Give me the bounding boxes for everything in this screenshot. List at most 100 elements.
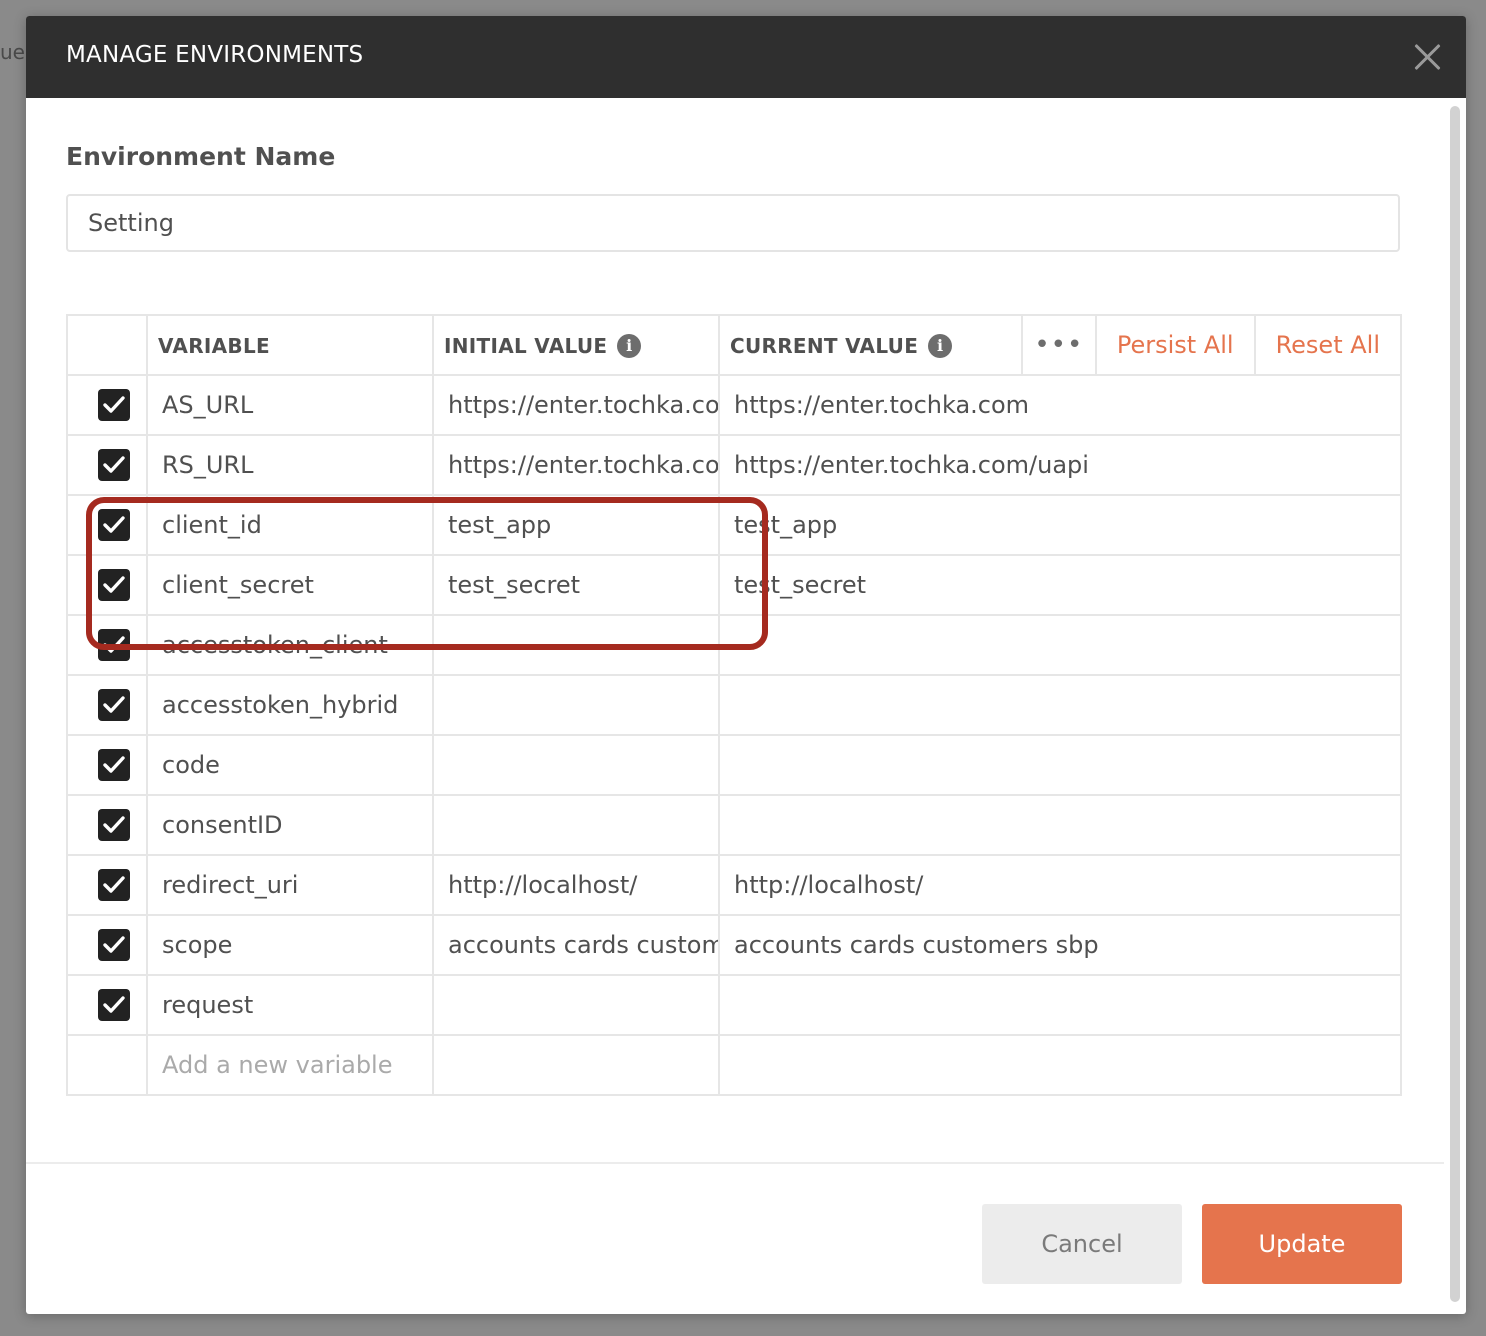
current-value-cell[interactable]: accounts cards customers sbp bbox=[718, 914, 1402, 976]
initial-value-cell[interactable]: test_secret bbox=[432, 554, 720, 616]
current-value[interactable]: http://localhost/ bbox=[721, 871, 1399, 899]
row-checkbox[interactable] bbox=[98, 749, 130, 781]
row-checkbox[interactable] bbox=[98, 929, 130, 961]
add-variable-placeholder[interactable]: Add a new variable bbox=[149, 1051, 431, 1079]
current-value-cell[interactable] bbox=[718, 674, 1402, 736]
row-checkbox-cell bbox=[66, 794, 148, 856]
current-value-cell[interactable]: test_secret bbox=[718, 554, 1402, 616]
row-checkbox-cell bbox=[66, 614, 148, 676]
current-value-cell[interactable] bbox=[718, 734, 1402, 796]
variable-name[interactable]: accesstoken_client bbox=[149, 631, 431, 659]
variable-name[interactable]: accesstoken_hybrid bbox=[149, 691, 431, 719]
initial-value[interactable]: http://localhost/ bbox=[435, 871, 717, 899]
initial-value[interactable]: https://enter.tochka.com/uapi bbox=[435, 451, 717, 479]
header-actions: ••• Persist All Reset All bbox=[1020, 317, 1399, 373]
initial-value-cell[interactable]: https://enter.tochka.com/uapi bbox=[432, 434, 720, 496]
row-checkbox[interactable] bbox=[98, 689, 130, 721]
footer-divider bbox=[26, 1162, 1444, 1164]
header-current-value: CURRENT VALUE i ••• Persist All Reset All bbox=[718, 314, 1402, 376]
header-checkbox-cell bbox=[66, 314, 148, 376]
initial-value-cell[interactable] bbox=[432, 614, 720, 676]
row-checkbox[interactable] bbox=[98, 509, 130, 541]
current-value[interactable]: test_app bbox=[721, 511, 1399, 539]
variable-cell[interactable]: code bbox=[146, 734, 434, 796]
environment-name-label: Environment Name bbox=[66, 142, 336, 171]
table-row: client_secret test_secret test_secret bbox=[66, 554, 1402, 616]
more-options-icon[interactable]: ••• bbox=[1020, 317, 1095, 373]
table-row: AS_URL https://enter.tochka.com https://en… bbox=[66, 374, 1402, 436]
variable-cell[interactable]: client_secret bbox=[146, 554, 434, 616]
variable-name[interactable]: scope bbox=[149, 931, 431, 959]
variable-name[interactable]: RS_URL bbox=[149, 451, 431, 479]
initial-value-cell[interactable]: https://enter.tochka.com bbox=[432, 374, 720, 436]
initial-value-cell[interactable] bbox=[432, 974, 720, 1036]
current-value[interactable]: https://enter.tochka.com bbox=[721, 391, 1399, 419]
variable-name[interactable]: consentID bbox=[149, 811, 431, 839]
persist-all-button[interactable]: Persist All bbox=[1094, 317, 1254, 373]
environment-name-input[interactable] bbox=[66, 194, 1400, 252]
current-value-cell[interactable] bbox=[718, 974, 1402, 1036]
initial-value[interactable]: accounts cards customers sbp bbox=[435, 931, 717, 959]
variable-name[interactable]: request bbox=[149, 991, 431, 1019]
row-checkbox[interactable] bbox=[98, 389, 130, 421]
row-checkbox[interactable] bbox=[98, 569, 130, 601]
current-value-cell[interactable] bbox=[718, 794, 1402, 856]
variable-cell[interactable]: consentID bbox=[146, 794, 434, 856]
row-checkbox-cell bbox=[66, 374, 148, 436]
close-icon[interactable] bbox=[1410, 40, 1444, 74]
header-variable: VARIABLE bbox=[146, 314, 434, 376]
variable-cell[interactable]: redirect_uri bbox=[146, 854, 434, 916]
current-value-cell[interactable]: https://enter.tochka.com bbox=[718, 374, 1402, 436]
modal-header: MANAGE ENVIRONMENTS bbox=[26, 16, 1466, 98]
scrollbar-thumb[interactable] bbox=[1450, 106, 1460, 1302]
update-button[interactable]: Update bbox=[1202, 1204, 1402, 1284]
variable-cell[interactable]: request bbox=[146, 974, 434, 1036]
initial-value[interactable]: https://enter.tochka.com bbox=[435, 391, 717, 419]
variable-cell[interactable]: scope bbox=[146, 914, 434, 976]
row-checkbox-cell bbox=[66, 1034, 148, 1096]
initial-value[interactable]: test_app bbox=[435, 511, 717, 539]
initial-value-cell[interactable] bbox=[432, 794, 720, 856]
current-value-cell[interactable] bbox=[718, 1034, 1402, 1096]
row-checkbox-cell bbox=[66, 674, 148, 736]
current-value-cell[interactable]: https://enter.tochka.com/uapi bbox=[718, 434, 1402, 496]
variable-name[interactable]: code bbox=[149, 751, 431, 779]
initial-value-cell[interactable]: test_app bbox=[432, 494, 720, 556]
row-checkbox[interactable] bbox=[98, 449, 130, 481]
initial-value-cell[interactable]: accounts cards customers sbp bbox=[432, 914, 720, 976]
variable-name[interactable]: AS_URL bbox=[149, 391, 431, 419]
variable-name[interactable]: client_id bbox=[149, 511, 431, 539]
info-icon[interactable]: i bbox=[928, 334, 953, 358]
variable-cell[interactable]: accesstoken_client bbox=[146, 614, 434, 676]
row-checkbox[interactable] bbox=[98, 809, 130, 841]
variable-cell[interactable]: Add a new variable bbox=[146, 1034, 434, 1096]
current-value-cell[interactable] bbox=[718, 614, 1402, 676]
row-checkbox[interactable] bbox=[98, 629, 130, 661]
current-value-cell[interactable]: http://localhost/ bbox=[718, 854, 1402, 916]
variable-cell[interactable]: accesstoken_hybrid bbox=[146, 674, 434, 736]
variable-name[interactable]: redirect_uri bbox=[149, 871, 431, 899]
initial-value-cell[interactable]: http://localhost/ bbox=[432, 854, 720, 916]
initial-value-cell[interactable] bbox=[432, 1034, 720, 1096]
initial-value[interactable]: test_secret bbox=[435, 571, 717, 599]
row-checkbox[interactable] bbox=[98, 989, 130, 1021]
row-checkbox[interactable] bbox=[98, 869, 130, 901]
variable-cell[interactable]: RS_URL bbox=[146, 434, 434, 496]
table-row: request bbox=[66, 974, 1402, 1036]
current-value[interactable]: test_secret bbox=[721, 571, 1399, 599]
initial-value-cell[interactable] bbox=[432, 734, 720, 796]
table-row: redirect_uri http://localhost/http://loca… bbox=[66, 854, 1402, 916]
background-text: uer bbox=[0, 40, 26, 64]
reset-all-button[interactable]: Reset All bbox=[1253, 317, 1399, 373]
info-icon[interactable]: i bbox=[617, 334, 642, 358]
variable-cell[interactable]: AS_URL bbox=[146, 374, 434, 436]
current-value[interactable]: accounts cards customers sbp bbox=[721, 931, 1399, 959]
current-value-cell[interactable]: test_app bbox=[718, 494, 1402, 556]
variable-cell[interactable]: client_id bbox=[146, 494, 434, 556]
scrollbar[interactable] bbox=[1450, 106, 1460, 1302]
row-checkbox-cell bbox=[66, 734, 148, 796]
initial-value-cell[interactable] bbox=[432, 674, 720, 736]
cancel-button[interactable]: Cancel bbox=[982, 1204, 1182, 1284]
variable-name[interactable]: client_secret bbox=[149, 571, 431, 599]
current-value[interactable]: https://enter.tochka.com/uapi bbox=[721, 451, 1399, 479]
